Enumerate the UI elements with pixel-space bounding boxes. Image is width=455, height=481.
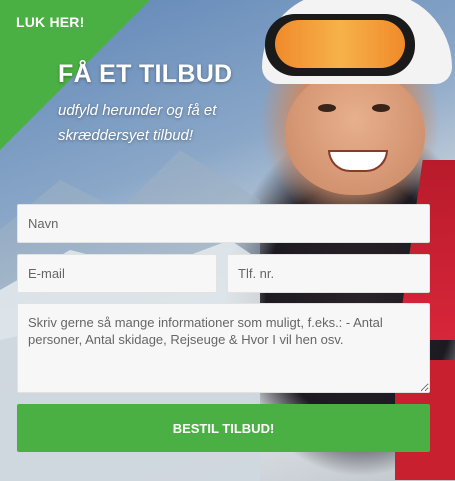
phone-input[interactable] xyxy=(227,254,430,293)
face-shape xyxy=(285,70,425,195)
eye-shape xyxy=(318,104,336,112)
message-textarea[interactable] xyxy=(17,303,430,393)
goggle-lens-shape xyxy=(275,20,405,68)
email-input[interactable] xyxy=(17,254,217,293)
close-label[interactable]: LUK HER! xyxy=(16,14,84,30)
page-subtitle: udfyld herunder og få et skræddersyet ti… xyxy=(58,102,217,144)
name-input[interactable] xyxy=(17,204,430,243)
offer-popup: LUK HER! FÅ ET TILBUD udfyld herunder og… xyxy=(0,0,455,481)
submit-button[interactable]: BESTIL TILBUD! xyxy=(17,404,430,452)
page-title: FÅ ET TILBUD xyxy=(58,60,233,88)
eye-shape xyxy=(372,104,390,112)
